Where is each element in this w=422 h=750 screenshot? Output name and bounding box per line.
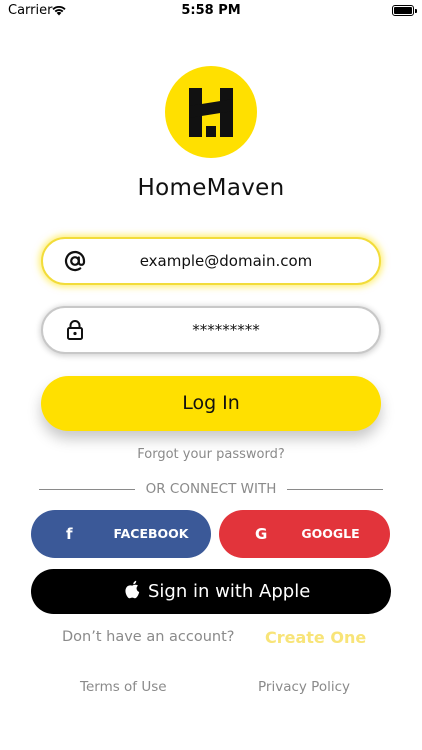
email-value[interactable]: example@domain.com — [93, 239, 359, 283]
terms-of-use-link[interactable]: Terms of Use — [80, 679, 167, 695]
email-field[interactable]: example@domain.com — [41, 237, 381, 285]
login-button[interactable]: Log In — [41, 376, 381, 431]
google-icon: G — [255, 525, 268, 543]
apple-signin-label: Sign in with Apple — [148, 581, 311, 602]
password-field[interactable]: ********* — [41, 306, 381, 354]
login-screen: Carrier 5:58 PM HomeMaven example@domain… — [0, 0, 422, 750]
homemaven-logo-icon — [165, 66, 257, 158]
apple-icon — [125, 580, 140, 599]
lock-icon — [67, 320, 83, 340]
app-name: HomeMaven — [137, 175, 285, 201]
create-account-link[interactable]: Create One — [265, 628, 366, 647]
password-value[interactable]: ********* — [93, 308, 359, 352]
facebook-button[interactable]: f FACEBOOK — [31, 510, 211, 558]
apple-signin-button[interactable]: Sign in with Apple — [31, 569, 391, 614]
status-bar: Carrier 5:58 PM — [0, 0, 422, 24]
clock: 5:58 PM — [181, 3, 241, 18]
google-button[interactable]: G GOOGLE — [219, 510, 390, 558]
facebook-icon: f — [66, 525, 73, 543]
privacy-policy-link[interactable]: Privacy Policy — [258, 679, 350, 695]
at-sign-icon — [64, 250, 86, 272]
battery-icon — [392, 5, 417, 16]
facebook-label: FACEBOOK — [113, 526, 189, 541]
forgot-password-link[interactable]: Forgot your password? — [0, 447, 422, 462]
signup-prompt: Don’t have an account? — [62, 629, 235, 645]
google-label: GOOGLE — [301, 526, 360, 541]
divider-line-right — [287, 489, 383, 490]
